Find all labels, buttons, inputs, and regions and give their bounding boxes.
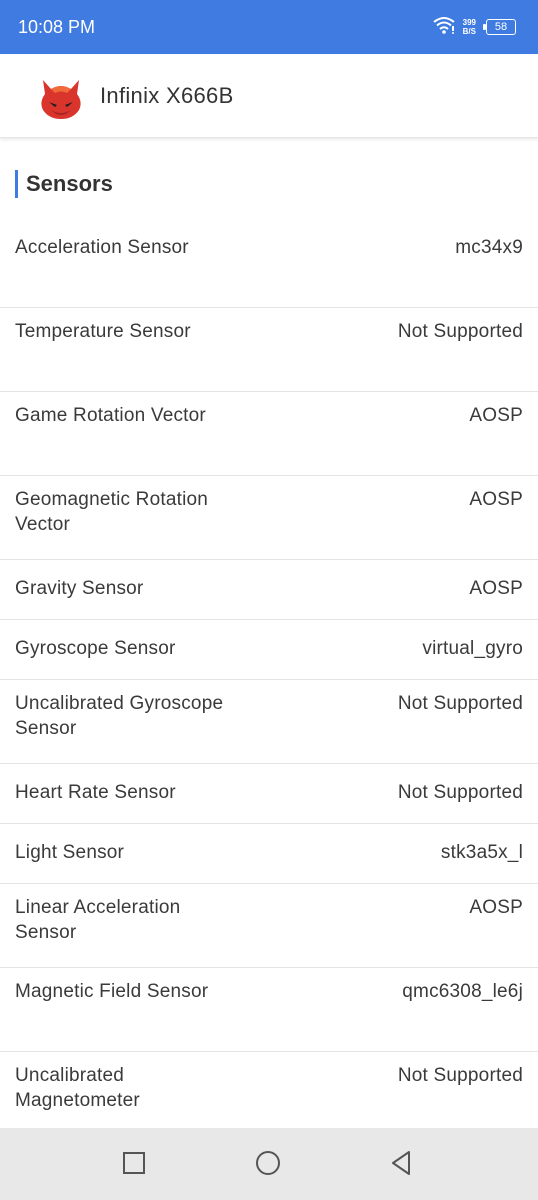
wifi-icon <box>433 16 455 39</box>
sensor-label: Light Sensor <box>15 842 125 863</box>
sensor-list-container[interactable]: Sensors Acceleration Sensor mc34x9 Tempe… <box>0 140 538 1128</box>
page-title: Infinix X666B <box>100 82 234 108</box>
speed-unit: B/S <box>462 27 476 36</box>
sensor-value: stk3a5x_l <box>440 842 523 863</box>
triangle-back-icon <box>389 1150 413 1181</box>
sensor-value: Not Supported <box>397 1065 523 1086</box>
section-accent-bar <box>15 170 18 198</box>
sensor-label: Uncalibrated Gyroscope Sensor <box>15 693 224 739</box>
list-item: Acceleration Sensor mc34x9 <box>0 224 538 308</box>
sensor-value: AOSP <box>469 578 523 599</box>
list-item: Magnetic Field Sensor qmc6308_le6j <box>0 968 538 1052</box>
sensor-label: Magnetic Field Sensor <box>15 981 209 1002</box>
sensor-label: Gyroscope Sensor <box>15 638 176 659</box>
home-button[interactable] <box>255 1150 281 1181</box>
antutu-logo-icon <box>37 72 85 120</box>
system-nav-bar <box>0 1128 538 1200</box>
sensor-label: Gravity Sensor <box>15 578 144 599</box>
list-item: Uncalibrated Magnetometer Not Supported <box>0 1052 538 1128</box>
sensor-value: AOSP <box>469 897 523 918</box>
list-item: Heart Rate Sensor Not Supported <box>0 764 538 824</box>
sensor-label: Acceleration Sensor <box>15 237 189 258</box>
sensor-value: Not Supported <box>397 693 523 714</box>
list-item: Uncalibrated Gyroscope Sensor Not Suppor… <box>0 680 538 764</box>
recents-button[interactable] <box>121 1151 147 1180</box>
sensor-value: AOSP <box>469 489 523 510</box>
list-item: Gyroscope Sensor virtual_gyro <box>0 620 538 680</box>
list-item: Game Rotation Vector AOSP <box>0 392 538 476</box>
sensor-value: Not Supported <box>397 321 523 342</box>
section-header: Sensors <box>0 140 538 224</box>
app-bar: Infinix X666B <box>0 54 538 138</box>
back-button[interactable] <box>388 1150 414 1181</box>
list-item: Temperature Sensor Not Supported <box>0 308 538 392</box>
speed-value: 399 <box>462 18 476 27</box>
network-speed: 399 B/S <box>463 18 476 36</box>
sensor-value: qmc6308_le6j <box>402 981 523 1002</box>
status-bar: 10:08 PM 399 B/S 58 <box>0 0 538 54</box>
sensor-label: Uncalibrated Magnetometer <box>15 1065 140 1111</box>
battery-level: 58 <box>494 21 508 33</box>
sensor-label: Temperature Sensor <box>15 321 191 342</box>
battery-icon: 58 <box>483 19 516 35</box>
list-item: Gravity Sensor AOSP <box>0 560 538 620</box>
sensor-label: Heart Rate Sensor <box>15 782 176 803</box>
square-icon <box>122 1151 146 1180</box>
sensor-value: virtual_gyro <box>422 638 523 659</box>
list-item: Light Sensor stk3a5x_l <box>0 824 538 884</box>
status-icons: 399 B/S 58 <box>433 16 516 39</box>
sensor-value: Not Supported <box>397 782 523 803</box>
sensor-label: Geomagnetic Rotation Vector <box>15 489 209 535</box>
circle-icon <box>255 1150 281 1181</box>
sensor-value: AOSP <box>469 405 523 426</box>
list-item: Geomagnetic Rotation Vector AOSP <box>0 476 538 560</box>
sensor-label: Game Rotation Vector <box>15 405 206 426</box>
list-item: Linear Acceleration Sensor AOSP <box>0 884 538 968</box>
sensor-label: Linear Acceleration Sensor <box>15 897 181 943</box>
status-time: 10:08 PM <box>18 16 96 37</box>
section-title: Sensors <box>26 171 113 196</box>
sensor-value: mc34x9 <box>455 237 523 258</box>
